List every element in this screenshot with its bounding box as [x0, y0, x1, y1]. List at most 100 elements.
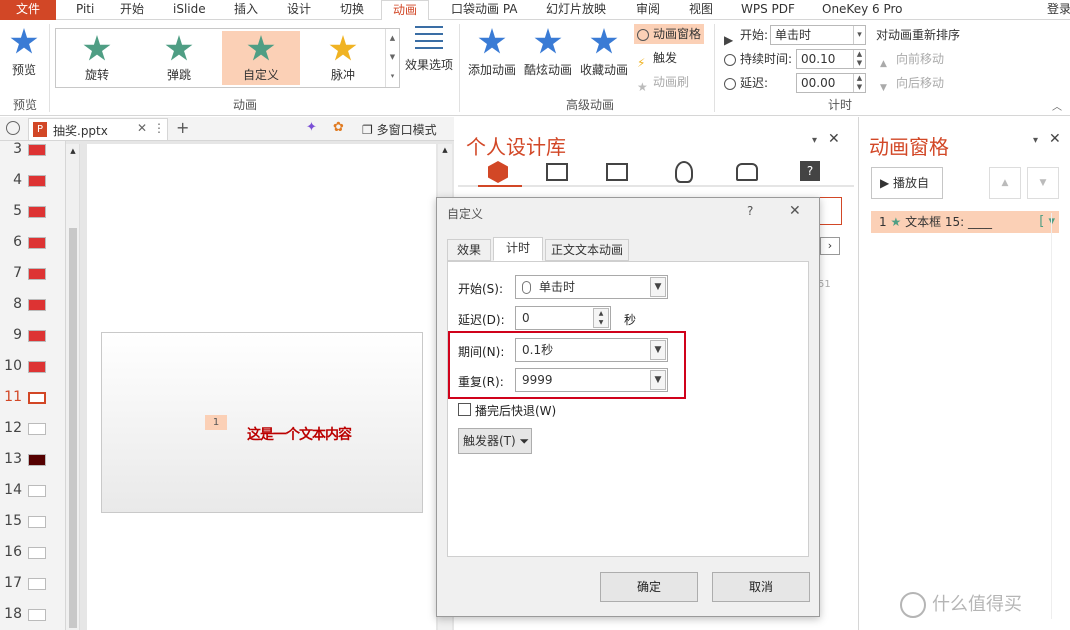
move-up-button[interactable]: ▲: [989, 167, 1021, 199]
collapse-ribbon-icon[interactable]: ︿: [1052, 98, 1062, 113]
multi-window-button[interactable]: ❐ 多窗口模式: [362, 121, 437, 138]
add-animation-button[interactable]: 添加动画: [464, 28, 520, 78]
tab-menu-icon[interactable]: ⋮: [153, 121, 165, 135]
menu-tab-onekey[interactable]: OneKey 6 Pro: [822, 0, 903, 20]
menu-tab-design[interactable]: 设计: [287, 0, 311, 20]
menu-tab-insert[interactable]: 插入: [234, 0, 258, 20]
animation-pulse[interactable]: 脉冲: [304, 31, 382, 85]
box-icon[interactable]: [736, 163, 758, 181]
gallery-scroll[interactable]: ▲ ▼ ▾: [385, 29, 399, 87]
menu-tab-animation[interactable]: 动画: [381, 0, 429, 21]
menu-tab-piti[interactable]: Piti: [76, 0, 94, 20]
bulb-icon[interactable]: [675, 161, 693, 183]
document-tab[interactable]: P 抽奖.pptx ✕ ⋮: [28, 118, 168, 140]
effect-options-button[interactable]: 效果选项: [404, 26, 454, 73]
trigger-button[interactable]: 触发器(T) ⏷: [458, 428, 532, 454]
help-icon[interactable]: ?: [747, 204, 753, 218]
collect-animation-button[interactable]: 收藏动画: [576, 28, 632, 78]
timing-duration-input[interactable]: 00.10 ▲ ▼: [796, 49, 866, 69]
close-icon[interactable]: ✕: [1049, 131, 1061, 147]
animation-painter-button[interactable]: ★ 动画刷: [637, 72, 689, 94]
slide-thumbnail[interactable]: 3: [0, 141, 66, 161]
slide[interactable]: 1 这是一个文本内容: [101, 332, 423, 513]
trigger-button[interactable]: ⚡ 触发: [637, 48, 677, 70]
chevron-right-icon[interactable]: ›: [820, 237, 840, 255]
scroll-up-icon[interactable]: ▲: [440, 146, 450, 156]
timing-start-select[interactable]: 单击时 ▾: [770, 25, 866, 45]
spinner-icon[interactable]: ▲ ▼: [853, 50, 865, 68]
timing-delay-value: 00.00: [801, 76, 836, 90]
thumbnail-scrollbar[interactable]: [66, 144, 80, 630]
image-icon[interactable]: [606, 163, 628, 181]
screen-icon[interactable]: [546, 163, 568, 181]
home-icon[interactable]: [6, 121, 20, 135]
new-tab-icon[interactable]: +: [176, 118, 189, 137]
pane-menu-icon[interactable]: ▾: [812, 135, 817, 146]
repeat-select[interactable]: 9999 ▼: [515, 368, 668, 392]
tab-text-animation[interactable]: 正文文本动画: [545, 239, 629, 261]
delay-input[interactable]: 0 ▲ ▼: [515, 306, 611, 330]
ok-button[interactable]: 确定: [600, 572, 698, 602]
slide-thumbnail[interactable]: 8: [0, 296, 66, 316]
move-earlier-button[interactable]: ▲ 向前移动: [880, 49, 944, 69]
animation-pane-label: 动画窗格: [653, 27, 702, 41]
menu-tab-islide[interactable]: iSlide: [173, 0, 206, 20]
menu-tab-transition[interactable]: 切换: [340, 0, 364, 20]
slide-thumbnail[interactable]: 9: [0, 327, 66, 347]
animation-spin[interactable]: 旋转: [58, 31, 136, 85]
scrollbar-thumb[interactable]: [69, 228, 77, 628]
start-select[interactable]: 单击时 ▼: [515, 275, 668, 299]
slide-text-box[interactable]: 这是一个文本内容: [247, 424, 352, 444]
gear-icon[interactable]: ✿: [333, 120, 344, 135]
animation-pane-button[interactable]: 动画窗格: [634, 24, 705, 44]
slide-thumbnail[interactable]: 12: [0, 420, 66, 440]
timing-delay-input[interactable]: 00.00 ▲ ▼: [796, 73, 866, 93]
preview-label: 预览: [11, 63, 36, 77]
menu-tab-pocket-animation[interactable]: 口袋动画 PA: [451, 0, 518, 20]
slide-thumbnail[interactable]: 17: [0, 575, 66, 595]
magic-icon[interactable]: ✦: [306, 120, 317, 135]
menu-tab-review[interactable]: 审阅: [636, 0, 660, 20]
spinner-icon[interactable]: ▲ ▼: [593, 308, 609, 328]
slide-thumbnail[interactable]: 6: [0, 234, 66, 254]
close-icon[interactable]: ✕: [789, 203, 801, 219]
help-icon[interactable]: ?: [800, 161, 820, 181]
menu-tab-view[interactable]: 视图: [689, 0, 713, 20]
slide-thumbnail[interactable]: 7: [0, 265, 66, 285]
scroll-up-icon[interactable]: ▲: [68, 147, 78, 157]
move-down-button[interactable]: ▼: [1027, 167, 1059, 199]
close-icon[interactable]: ✕: [137, 121, 147, 135]
play-from-button[interactable]: ▶ 播放自: [871, 167, 943, 199]
move-later-button[interactable]: ▼ 向后移动: [880, 73, 944, 93]
period-select[interactable]: 0.1秒 ▼: [515, 338, 668, 362]
tab-timing[interactable]: 计时: [493, 237, 543, 261]
cool-animation-button[interactable]: 酷炫动画: [520, 28, 576, 78]
start-label: 开始(S):: [458, 282, 504, 296]
slide-thumbnail[interactable]: 4: [0, 172, 66, 192]
animation-custom[interactable]: 自定义: [222, 31, 300, 85]
slide-thumbnail[interactable]: 16: [0, 544, 66, 564]
slide-thumbnail[interactable]: 10: [0, 358, 66, 378]
slide-thumbnail[interactable]: 5: [0, 203, 66, 223]
slide-thumbnail[interactable]: 15: [0, 513, 66, 533]
slide-thumbnail[interactable]: 18: [0, 606, 66, 626]
preview-button[interactable]: 预览: [6, 28, 42, 78]
login-link[interactable]: 登录: [1047, 0, 1070, 20]
menu-tab-slideshow[interactable]: 幻灯片放映: [546, 0, 606, 20]
spinner-icon[interactable]: ▲ ▼: [853, 74, 865, 92]
rewind-checkbox[interactable]: [458, 403, 471, 416]
slide-thumbnail[interactable]: 14: [0, 482, 66, 502]
menu-file[interactable]: 文件: [0, 0, 56, 20]
slide-thumbnail[interactable]: 13: [0, 451, 66, 471]
cube-icon[interactable]: [488, 161, 508, 183]
slide-thumbnail[interactable]: 11: [0, 389, 66, 409]
menu-tab-wps-pdf[interactable]: WPS PDF: [741, 0, 795, 20]
menu-tab-home[interactable]: 开始: [120, 0, 144, 20]
pane-menu-icon[interactable]: ▾: [1033, 135, 1038, 146]
close-icon[interactable]: ✕: [828, 131, 840, 147]
animation-bounce[interactable]: 弹跳: [140, 31, 218, 85]
timing-start-value: 单击时: [775, 28, 812, 42]
cancel-button[interactable]: 取消: [712, 572, 810, 602]
tab-effect[interactable]: 效果: [447, 239, 491, 261]
animation-list-item[interactable]: 1 ★ 文本框 15: ____ [ ▾: [871, 211, 1059, 233]
